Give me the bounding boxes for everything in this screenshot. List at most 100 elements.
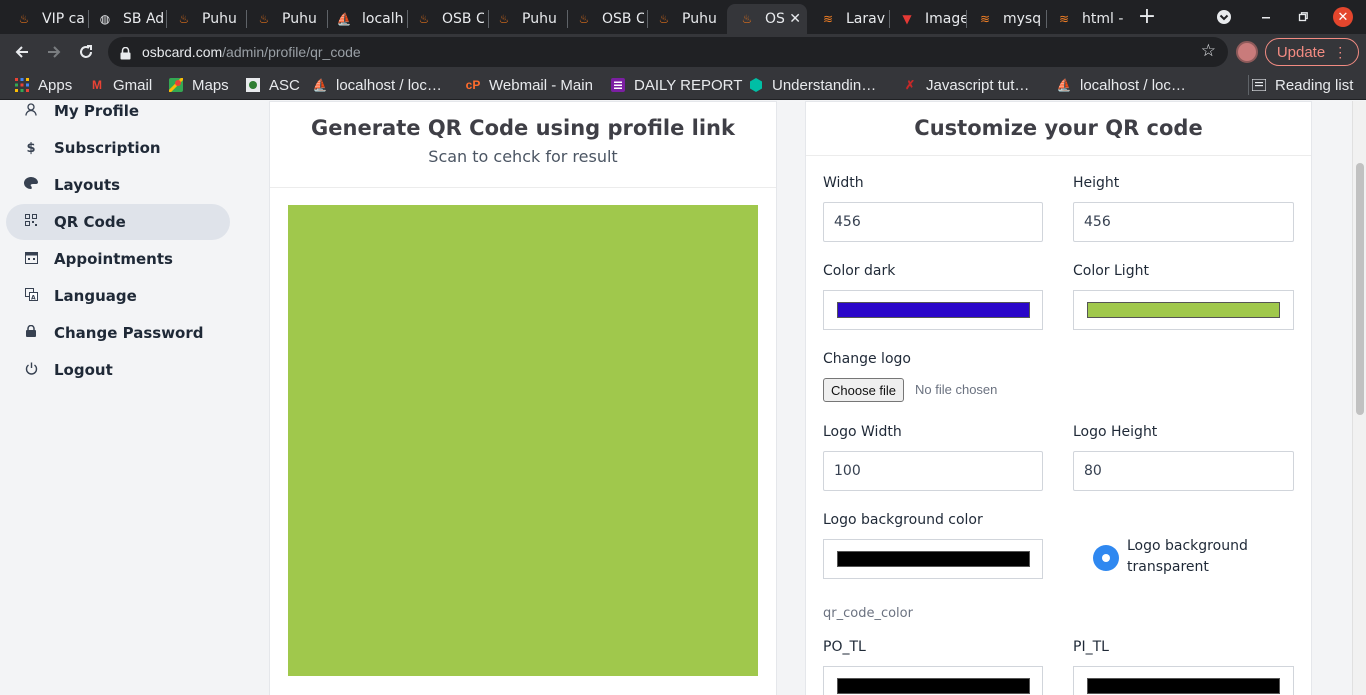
browser-tab-strip: ♨ VIP ca ◍ SB Ad ♨ Puhu ♨ Puhu ⛵ localh ♨ OSB … [0, 0, 1366, 34]
logo-height-input[interactable] [1073, 451, 1294, 491]
back-arrow-icon[interactable] [10, 40, 34, 64]
sidebar-item-label: Change Password [54, 324, 204, 342]
sidebar-item-label: Subscription [54, 139, 161, 157]
flame-icon: ♨ [258, 12, 270, 26]
logo-bg-color-swatch [837, 551, 1030, 567]
browser-tab[interactable]: ≋ html - [1044, 4, 1124, 34]
logo-width-input[interactable] [823, 451, 1043, 491]
color-light-picker[interactable] [1073, 290, 1294, 330]
sidebar-item-logout[interactable]: Logout [6, 352, 230, 388]
bookmark-apps[interactable]: Apps [14, 75, 72, 95]
bookmark-javascript[interactable]: ✗ Javascript tut… [902, 75, 1029, 95]
url-path: /admin/profile/qr_code [222, 44, 361, 60]
forward-arrow-icon[interactable] [42, 40, 66, 64]
flame-icon: ♨ [741, 12, 753, 26]
pi-tl-label: PI_TL [1073, 639, 1109, 655]
flame-icon: ♨ [578, 12, 590, 26]
user-icon [24, 102, 38, 120]
browser-tab[interactable]: ♨ Puhu [484, 4, 564, 34]
window-close-icon[interactable]: ✕ [1333, 7, 1353, 27]
browser-tab-active[interactable]: ♨ OS ✕ [727, 4, 807, 34]
bookmark-localhost-2[interactable]: ⛵ localhost / loc… [1056, 75, 1186, 95]
bookmark-gmail[interactable]: M Gmail [89, 75, 152, 95]
lock-icon [24, 324, 38, 341]
v-icon: ▼ [902, 12, 912, 26]
apps-grid-icon [14, 77, 30, 93]
lock-icon [120, 45, 131, 60]
svg-text:A: A [31, 294, 36, 301]
page-scrollbar[interactable] [1352, 101, 1366, 695]
po-tl-label: PO_TL [823, 639, 866, 655]
file-status-text: No file chosen [915, 382, 998, 397]
bookmark-asc[interactable]: ASC [245, 75, 300, 95]
browser-tab[interactable]: ≋ Larav [808, 4, 888, 34]
reload-icon[interactable] [74, 40, 98, 64]
color-light-label: Color Light [1073, 263, 1149, 279]
sidebar-item-my-profile[interactable]: My Profile [6, 101, 230, 129]
close-tab-icon[interactable]: ✕ [789, 11, 801, 27]
browser-tab[interactable]: ♨ Puhu [164, 4, 244, 34]
flame-icon: ♨ [658, 12, 670, 26]
sidebar-item-label: My Profile [54, 102, 140, 120]
tab-search-icon[interactable] [1214, 7, 1234, 27]
divider [270, 187, 776, 188]
color-dark-label: Color dark [823, 263, 896, 279]
bookmark-daily-report[interactable]: DAILY REPORT [610, 75, 742, 95]
flame-icon: ♨ [498, 12, 510, 26]
restore-icon[interactable] [1293, 7, 1313, 27]
sidebar-item-qr-code[interactable]: QR Code [6, 204, 230, 240]
pi-tl-swatch [1087, 678, 1280, 694]
stack-icon: ≋ [1058, 12, 1070, 26]
sidebar-item-label: Appointments [54, 250, 173, 268]
logo-bg-transparent-radio[interactable] [1093, 545, 1119, 571]
url-domain: osbcard.com [142, 44, 223, 60]
bookmark-star-icon[interactable]: ☆ [1201, 41, 1216, 61]
browser-tab[interactable]: ♨ Puhu [644, 4, 726, 34]
browser-tab[interactable]: ◍ SB Ad [85, 4, 165, 34]
profile-avatar[interactable] [1236, 41, 1258, 63]
browser-tab[interactable]: ≋ mysq [965, 4, 1045, 34]
new-tab-button[interactable]: + [1136, 4, 1158, 30]
maps-icon [168, 77, 184, 93]
update-button[interactable]: Update ⋮ [1265, 38, 1359, 66]
browser-tab[interactable]: ♨ OSB C [564, 4, 644, 34]
bookmark-webmail[interactable]: cP Webmail - Main [465, 75, 593, 95]
bookmark-localhost[interactable]: ⛵ localhost / loc… [312, 75, 442, 95]
logo-bg-color-picker[interactable] [823, 539, 1043, 579]
minimize-icon[interactable] [1256, 7, 1276, 27]
browser-toolbar: osbcard.com/admin/profile/qr_code ☆ Upda… [0, 34, 1366, 70]
pi-tl-color-picker[interactable] [1073, 666, 1294, 695]
width-input[interactable] [823, 202, 1043, 242]
list-icon [610, 77, 626, 93]
power-icon [24, 362, 38, 379]
browser-tab[interactable]: ♨ OSB C [404, 4, 484, 34]
reading-list-button[interactable]: Reading list [1248, 75, 1353, 95]
po-tl-color-picker[interactable] [823, 666, 1043, 695]
address-bar[interactable]: osbcard.com/admin/profile/qr_code ☆ [108, 37, 1228, 67]
divider [806, 155, 1311, 156]
flame-icon: ♨ [18, 12, 30, 26]
change-logo-label: Change logo [823, 351, 911, 367]
sidebar-item-layouts[interactable]: Layouts [6, 167, 230, 203]
browser-tab[interactable]: ▼ Image [887, 4, 967, 34]
sidebar-item-language[interactable]: A Language [6, 278, 230, 314]
choose-file-button[interactable]: Choose file [823, 378, 905, 402]
language-icon: A [24, 287, 38, 305]
logo-bg-color-label: Logo background color [823, 512, 983, 528]
bookmark-understanding[interactable]: Understandin… [748, 75, 876, 95]
admin-sidebar: My Profile $ Subscription Layouts QR Code… [0, 101, 240, 695]
sidebar-item-change-password[interactable]: Change Password [6, 315, 230, 351]
stack-icon: ≋ [979, 12, 991, 26]
height-input[interactable] [1073, 202, 1294, 242]
x-icon: ✗ [904, 78, 916, 92]
browser-tab[interactable]: ♨ VIP ca [4, 4, 88, 34]
browser-tab[interactable]: ⛵ localh [324, 4, 404, 34]
calendar-icon [24, 251, 38, 268]
sidebar-item-appointments[interactable]: Appointments [6, 241, 230, 277]
bookmark-maps[interactable]: Maps [168, 75, 229, 95]
browser-tab[interactable]: ♨ Puhu [244, 4, 324, 34]
color-dark-picker[interactable] [823, 290, 1043, 330]
sidebar-item-label: Logout [54, 361, 113, 379]
scrollbar-thumb[interactable] [1356, 163, 1364, 415]
sidebar-item-subscription[interactable]: $ Subscription [6, 130, 230, 166]
